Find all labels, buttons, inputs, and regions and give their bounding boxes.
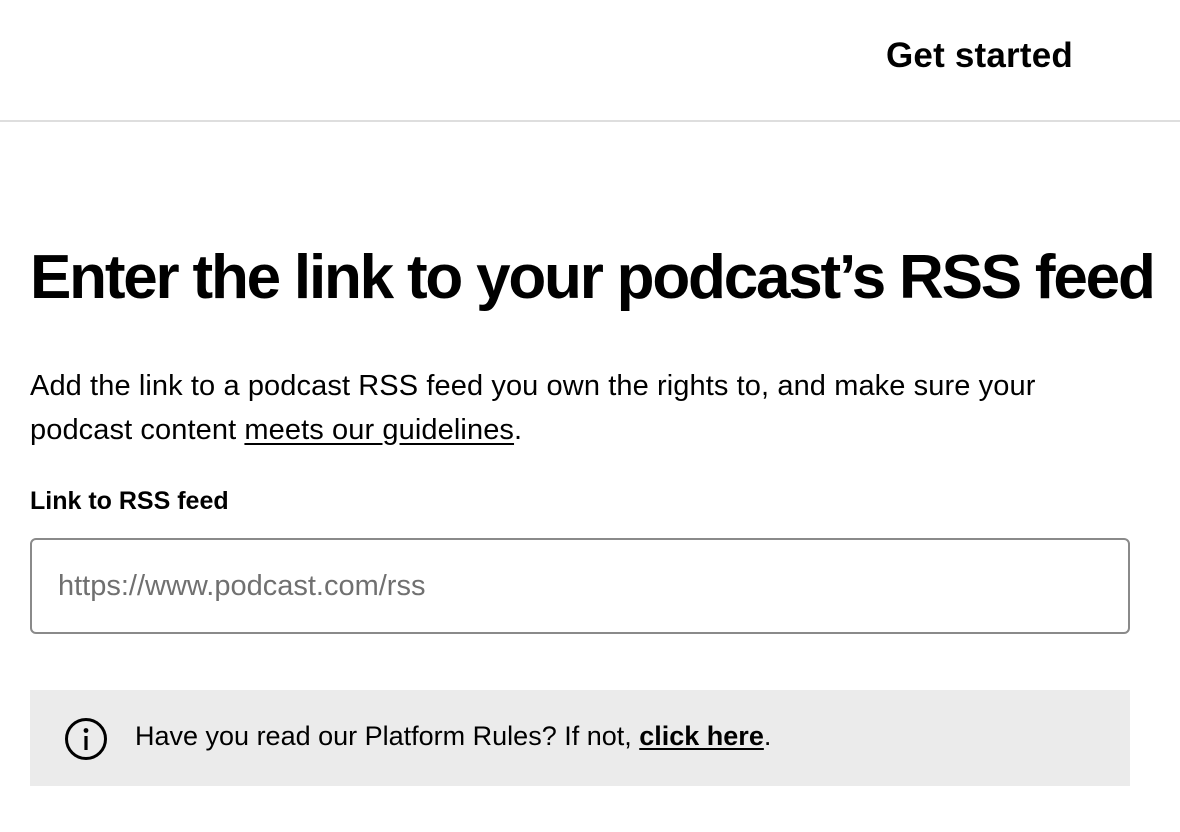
description-period: . bbox=[514, 414, 523, 446]
info-icon bbox=[65, 718, 107, 760]
notice-text: Have you read our Platform Rules? If not… bbox=[135, 721, 771, 752]
guidelines-link[interactable]: meets our guidelines bbox=[244, 414, 514, 446]
rss-feed-input[interactable] bbox=[30, 538, 1130, 634]
get-started-link[interactable]: Get started bbox=[886, 36, 1073, 76]
notice-message: Have you read our Platform Rules? If not… bbox=[135, 721, 640, 751]
platform-rules-link[interactable]: click here bbox=[639, 721, 764, 751]
notice-period: . bbox=[763, 721, 772, 751]
page-title: Enter the link to your podcast’s RSS fee… bbox=[30, 243, 1156, 312]
platform-rules-notice: Have you read our Platform Rules? If not… bbox=[30, 690, 1130, 786]
rss-field-label: Link to RSS feed bbox=[30, 487, 229, 515]
top-bar: Get started bbox=[0, 0, 1180, 122]
page-description: Add the link to a podcast RSS feed you o… bbox=[30, 364, 1130, 452]
description-text: Add the link to a podcast RSS feed you o… bbox=[30, 370, 1036, 446]
